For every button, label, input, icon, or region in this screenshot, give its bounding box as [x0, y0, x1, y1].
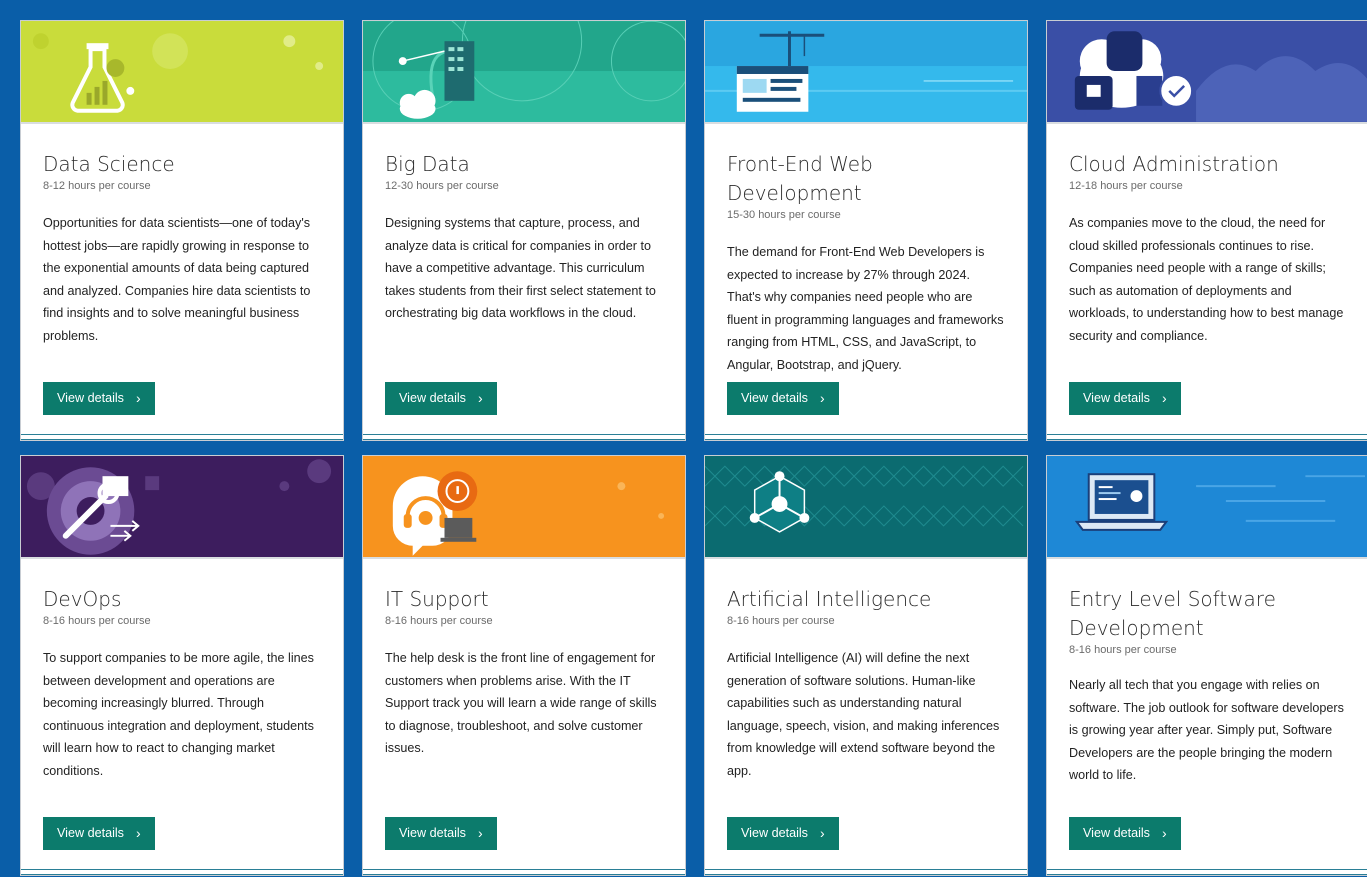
- cloud-lock-icon: [1074, 31, 1367, 122]
- course-title: Data Science: [43, 152, 175, 176]
- chevron-right-icon: ›: [477, 390, 483, 406]
- course-title: IT Support: [385, 587, 489, 611]
- view-details-button[interactable]: View details ›: [1069, 382, 1181, 415]
- button-label: View details: [1083, 826, 1150, 840]
- course-banner: [21, 21, 343, 124]
- card-divider: [21, 869, 343, 875]
- course-title: Big Data: [385, 152, 470, 176]
- view-details-button[interactable]: View details ›: [43, 382, 155, 415]
- view-details-button[interactable]: View details ›: [727, 382, 839, 415]
- card-divider: [1047, 434, 1367, 440]
- course-description: Nearly all tech that you engage with rel…: [1069, 678, 1344, 783]
- course-banner: [363, 21, 685, 124]
- card-divider: [363, 434, 685, 440]
- course-banner: [1047, 21, 1367, 124]
- button-label: View details: [741, 391, 808, 405]
- course-hours: 8-16 hours per course: [385, 615, 493, 627]
- button-label: View details: [57, 391, 124, 405]
- course-title: Cloud Administration: [1069, 152, 1279, 176]
- course-card-entry-level-software-development: Entry Level Software Development 8-16 ho…: [1046, 455, 1367, 876]
- course-description: Opportunities for data scientists—one of…: [43, 216, 311, 343]
- course-title: Artificial Intelligence: [727, 587, 932, 611]
- button-label: View details: [399, 391, 466, 405]
- course-description: The help desk is the front line of engag…: [385, 651, 657, 756]
- web-crane-icon: [705, 21, 1027, 112]
- course-description: Designing systems that capture, process,…: [385, 216, 656, 321]
- course-card-data-science: Data Science 8-12 hours per course Oppor…: [20, 20, 344, 441]
- card-divider: [363, 869, 685, 875]
- course-hours: 12-18 hours per course: [1069, 180, 1183, 192]
- course-description: Artificial Intelligence (AI) will define…: [727, 651, 1000, 778]
- course-title: Entry Level Software Development: [1069, 587, 1276, 640]
- course-banner: [1047, 456, 1367, 559]
- course-description: The demand for Front-End Web Developers …: [727, 245, 1004, 372]
- button-label: View details: [741, 826, 808, 840]
- chevron-right-icon: ›: [1161, 825, 1167, 841]
- view-details-button[interactable]: View details ›: [1069, 817, 1181, 850]
- chevron-right-icon: ›: [135, 390, 141, 406]
- course-card-cloud-administration: Cloud Administration 12-18 hours per cou…: [1046, 20, 1367, 441]
- flask-chart-icon: [32, 33, 324, 113]
- laptop-code-icon: [1074, 473, 1366, 531]
- course-banner: [705, 21, 1027, 124]
- course-banner: [21, 456, 343, 559]
- view-details-button[interactable]: View details ›: [385, 382, 497, 415]
- course-title: DevOps: [43, 587, 122, 611]
- chevron-right-icon: ›: [1161, 390, 1167, 406]
- card-divider: [1047, 869, 1367, 875]
- course-banner: [363, 456, 685, 559]
- chevron-right-icon: ›: [477, 825, 483, 841]
- button-label: View details: [1083, 391, 1150, 405]
- chevron-right-icon: ›: [819, 825, 825, 841]
- card-divider: [705, 869, 1027, 875]
- gear-wrench-icon: [26, 459, 332, 555]
- view-details-button[interactable]: View details ›: [727, 817, 839, 850]
- course-hours: 15-30 hours per course: [727, 209, 841, 221]
- course-grid: Data Science 8-12 hours per course Oppor…: [20, 20, 1367, 876]
- course-hours: 8-16 hours per course: [1069, 644, 1177, 656]
- headset-support-icon: [392, 471, 665, 556]
- course-hours: 8-12 hours per course: [43, 180, 151, 192]
- course-banner: [705, 456, 1027, 559]
- course-card-devops: DevOps 8-16 hours per course To support …: [20, 455, 344, 876]
- button-label: View details: [399, 826, 466, 840]
- chevron-right-icon: ›: [819, 390, 825, 406]
- course-card-it-support: IT Support 8-16 hours per course The hel…: [362, 455, 686, 876]
- course-title: Front-End Web Development: [727, 152, 873, 205]
- view-details-button[interactable]: View details ›: [43, 817, 155, 850]
- course-hours: 8-16 hours per course: [727, 615, 835, 627]
- course-hours: 8-16 hours per course: [43, 615, 151, 627]
- card-divider: [21, 434, 343, 440]
- course-description: As companies move to the cloud, the need…: [1069, 216, 1344, 343]
- chevron-right-icon: ›: [135, 825, 141, 841]
- course-hours: 12-30 hours per course: [385, 180, 499, 192]
- data-server-icon: [363, 21, 685, 119]
- course-description: To support companies to be more agile, t…: [43, 651, 314, 778]
- course-card-artificial-intelligence: Artificial Intelligence 8-16 hours per c…: [704, 455, 1028, 876]
- card-divider: [705, 434, 1027, 440]
- course-card-big-data: Big Data 12-30 hours per course Designin…: [362, 20, 686, 441]
- view-details-button[interactable]: View details ›: [385, 817, 497, 850]
- course-card-front-end-web-development: Front-End Web Development 15-30 hours pe…: [704, 20, 1028, 441]
- button-label: View details: [57, 826, 124, 840]
- neural-network-icon: [705, 465, 1024, 533]
